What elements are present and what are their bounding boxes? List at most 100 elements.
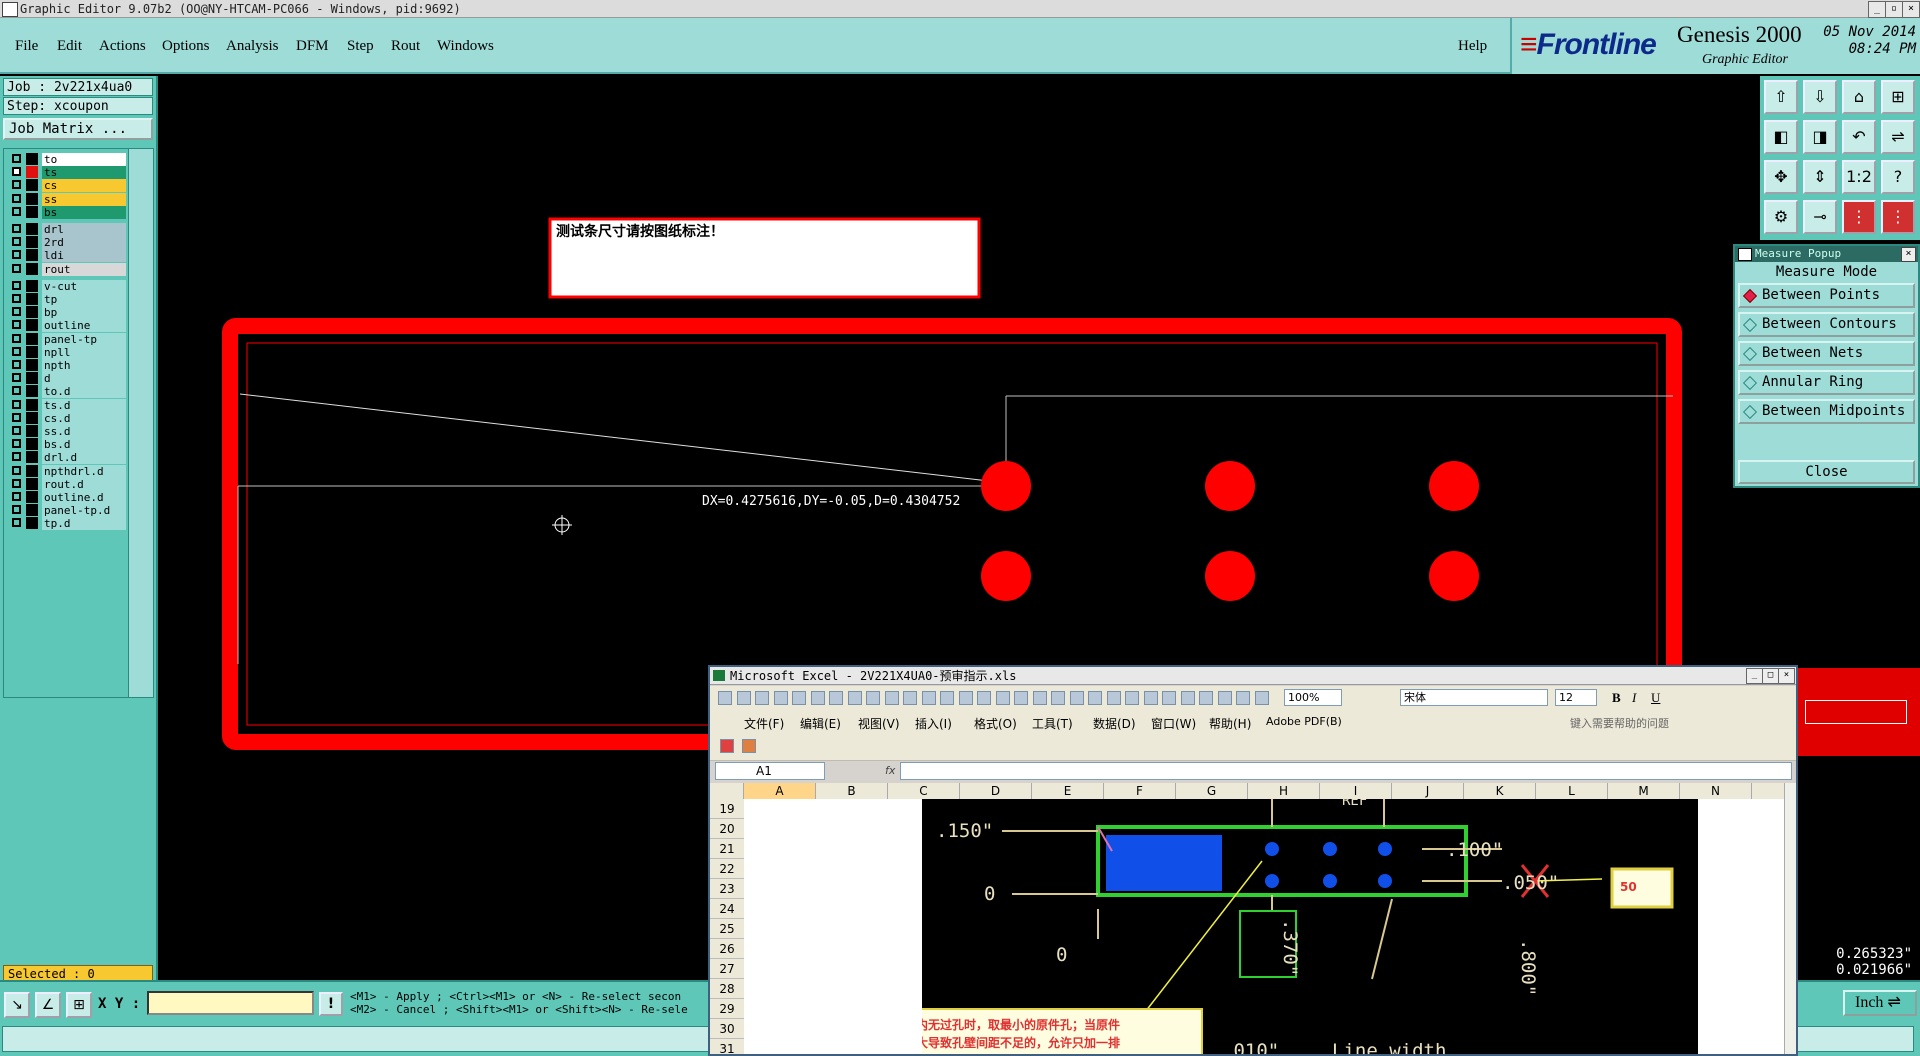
row-header[interactable]: 19 [710,799,744,819]
formula-bar[interactable] [900,762,1792,780]
layer-checkbox[interactable] [12,399,21,409]
toolbar-icon[interactable] [1217,691,1232,705]
open-job-icon[interactable]: ⇧ [1764,80,1798,114]
layer-color-swatch[interactable] [26,293,38,305]
save-icon[interactable]: ⇩ [1803,80,1837,114]
layer-checkbox[interactable] [12,250,21,260]
layer-name[interactable]: cs.d [42,411,126,425]
layer-checkbox[interactable] [12,373,21,383]
layer-name[interactable]: ts.d [42,398,126,412]
next-step-icon[interactable]: ◨ [1803,120,1837,154]
layer-checkbox[interactable] [12,206,21,216]
column-header[interactable]: E [1032,783,1104,799]
layer-checkbox[interactable] [12,412,21,422]
exclamation-icon[interactable]: ! [319,992,343,1016]
layer-color-swatch[interactable] [26,153,38,165]
toolbar-icon[interactable] [1199,691,1213,705]
toolbar-icon[interactable] [958,691,973,705]
layer-color-swatch[interactable] [26,385,38,398]
layer-color-swatch[interactable] [26,398,38,411]
row-header[interactable]: 26 [710,939,744,959]
column-header[interactable]: L [1536,783,1608,799]
layer-row[interactable]: cs [6,178,128,193]
pad[interactable] [981,551,1031,601]
close-button[interactable]: × [1902,1,1920,18]
row-header[interactable]: 28 [710,979,744,999]
layer-row[interactable]: ss [6,192,128,206]
layer-name[interactable]: v-cut [42,279,126,293]
layer-row[interactable]: tp [6,292,128,306]
layer-name[interactable]: npll [42,345,126,359]
layer-name[interactable]: rout [42,262,126,276]
layer-color-swatch[interactable] [26,477,38,490]
toolbar-icon[interactable] [718,691,732,705]
row-header[interactable]: 27 [710,959,744,979]
layer-row[interactable]: rout [6,262,128,276]
minimize-button[interactable]: _ [1868,1,1886,18]
layer-color-swatch[interactable] [26,411,38,424]
toolbar-icon[interactable] [995,691,1010,705]
layer-color-swatch[interactable] [26,179,38,192]
excel-menu-adobe[interactable]: Adobe PDF(B) [1266,715,1342,728]
toolbar-icon[interactable] [847,691,862,705]
layer-checkbox[interactable] [12,452,21,462]
toolbar-icon[interactable] [736,691,751,705]
measure-close-button[interactable]: Close [1738,460,1915,484]
layer-color-swatch[interactable] [26,464,38,477]
layer-name[interactable]: cs [42,179,126,193]
layer-color-swatch[interactable] [26,205,38,218]
bold-icon[interactable]: B [1612,690,1621,706]
pdf-icon[interactable] [720,739,734,753]
excel-menu-insert[interactable]: 插入(I) [915,715,952,732]
layer-row[interactable]: npth [6,358,128,372]
layer-checkbox[interactable] [12,518,21,528]
column-header[interactable]: A [744,783,816,799]
layer-row[interactable]: ts.d [6,398,128,412]
close-icon[interactable]: × [1901,247,1916,262]
italic-icon[interactable]: I [1632,690,1636,706]
select-all-corner[interactable] [710,783,744,799]
layer-checkbox[interactable] [12,154,21,163]
toolbar-icon[interactable] [1088,691,1102,705]
layer-name[interactable]: npthdrl.d [42,464,126,478]
excel-menu-tools[interactable]: 工具(T) [1032,715,1073,732]
layer-row[interactable]: cs.d [6,411,128,425]
layer-color-swatch[interactable] [26,192,38,205]
layer-name[interactable]: rout.d [42,477,126,491]
angle-tool-icon[interactable]: ∠ [35,992,61,1018]
layer-scroll-strip[interactable] [128,148,154,698]
toolbar-icon[interactable] [1069,691,1084,705]
menu-dfm[interactable]: DFM [296,38,329,55]
toolbar-icon[interactable] [1014,691,1028,705]
font-select[interactable]: 宋体 [1400,689,1548,706]
layer-row[interactable]: tp.d [6,516,128,531]
zoom-fit-icon[interactable]: ✥ [1764,160,1798,194]
prev-step-icon[interactable]: ◧ [1764,120,1798,154]
layer-checkbox[interactable] [12,224,21,233]
excel-help-search[interactable]: 键入需要帮助的问题 [1570,715,1669,731]
layer-checkbox[interactable] [12,280,21,290]
layer-checkbox[interactable] [12,346,21,356]
name-box[interactable]: A1 [715,762,825,780]
layer-name[interactable]: to.d [42,385,126,399]
layer-color-swatch[interactable] [26,223,38,235]
layer-color-swatch[interactable] [26,279,38,292]
excel-menu-format[interactable]: 格式(O) [974,715,1017,732]
column-header[interactable]: C [888,783,960,799]
mode-annular-ring[interactable]: Annular Ring [1738,370,1915,395]
layer-color-swatch[interactable] [26,249,38,262]
pad[interactable] [1205,461,1255,511]
excel-menu-window[interactable]: 窗口(W) [1151,715,1196,732]
layer-checkbox[interactable] [12,167,21,177]
toolbar-icon[interactable] [940,691,954,705]
layer-row[interactable]: npthdrl.d [6,464,128,478]
menu-edit[interactable]: Edit [57,38,82,55]
layer-row[interactable]: panel-tp.d [6,503,128,518]
xy-input[interactable] [147,991,314,1015]
layer-row[interactable]: to.d [6,384,128,399]
layer-checkbox[interactable] [12,180,21,190]
layer-row[interactable]: panel-tp [6,332,128,346]
toolbar-icon[interactable] [792,691,806,705]
layer-color-swatch[interactable] [26,491,38,503]
layer-name[interactable]: bs [42,205,126,219]
